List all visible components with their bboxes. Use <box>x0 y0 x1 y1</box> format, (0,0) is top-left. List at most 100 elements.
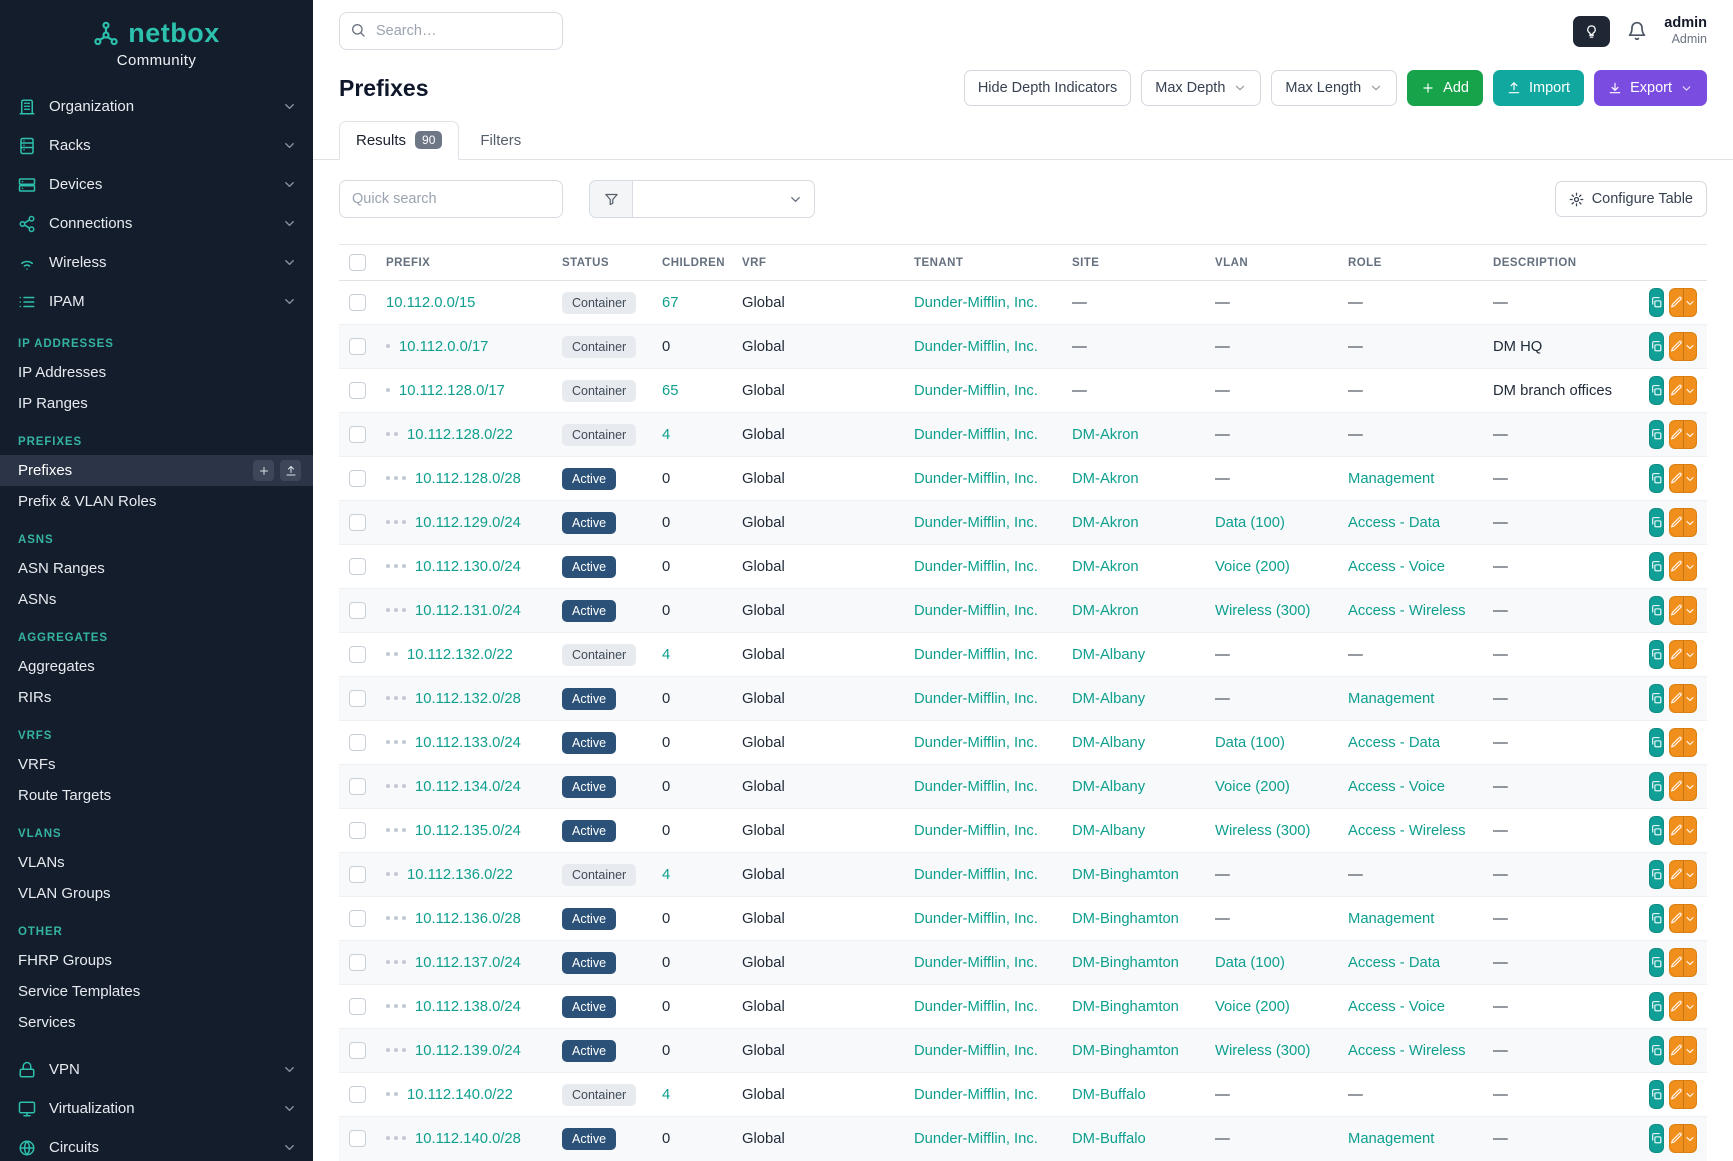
prefix-link[interactable]: 10.112.0.0/17 <box>399 339 488 355</box>
search-input[interactable] <box>339 12 563 50</box>
tenant-link[interactable]: Dunder-Mifflin, Inc. <box>914 559 1038 575</box>
vlan-link[interactable]: Wireless (300) <box>1215 1043 1310 1059</box>
edit-button[interactable] <box>1669 1036 1683 1065</box>
tenant-link[interactable]: Dunder-Mifflin, Inc. <box>914 515 1038 531</box>
tab-results[interactable]: Results 90 <box>339 121 459 160</box>
hide-depth-indicators-button[interactable]: Hide Depth Indicators <box>964 70 1131 106</box>
edit-dropdown-button[interactable] <box>1683 860 1697 889</box>
edit-button[interactable] <box>1669 288 1683 317</box>
sidebar-item-service-templates[interactable]: Service Templates <box>0 976 313 1007</box>
sidebar-item-vrfs[interactable]: VRFs <box>0 749 313 780</box>
edit-button[interactable] <box>1669 332 1683 361</box>
row-checkbox[interactable] <box>349 778 366 795</box>
edit-dropdown-button[interactable] <box>1683 992 1697 1021</box>
edit-dropdown-button[interactable] <box>1683 728 1697 757</box>
sidebar-item-ipam[interactable]: IPAM <box>0 282 313 321</box>
row-checkbox[interactable] <box>349 338 366 355</box>
site-link[interactable]: DM-Albany <box>1072 691 1145 707</box>
prefix-link[interactable]: 10.112.137.0/24 <box>415 955 521 971</box>
edit-dropdown-button[interactable] <box>1683 288 1697 317</box>
tenant-link[interactable]: Dunder-Mifflin, Inc. <box>914 779 1038 795</box>
site-link[interactable]: DM-Albany <box>1072 823 1145 839</box>
role-link[interactable]: Access - Voice <box>1348 779 1445 795</box>
tenant-link[interactable]: Dunder-Mifflin, Inc. <box>914 867 1038 883</box>
theme-toggle-button[interactable] <box>1573 16 1610 47</box>
tenant-link[interactable]: Dunder-Mifflin, Inc. <box>914 1087 1038 1103</box>
tenant-link[interactable]: Dunder-Mifflin, Inc. <box>914 823 1038 839</box>
edit-dropdown-button[interactable] <box>1683 772 1697 801</box>
row-checkbox[interactable] <box>349 822 366 839</box>
copy-button[interactable] <box>1649 596 1664 625</box>
row-checkbox[interactable] <box>349 690 366 707</box>
row-checkbox[interactable] <box>349 910 366 927</box>
sidebar-item-vlan-groups[interactable]: VLAN Groups <box>0 878 313 909</box>
role-link[interactable]: Management <box>1348 471 1434 487</box>
prefix-link[interactable]: 10.112.138.0/24 <box>415 999 521 1015</box>
sidebar-item-fhrp-groups[interactable]: FHRP Groups <box>0 945 313 976</box>
prefix-link[interactable]: 10.112.135.0/24 <box>415 823 521 839</box>
children-link[interactable]: 4 <box>662 1087 670 1103</box>
prefix-link[interactable]: 10.112.133.0/24 <box>415 735 521 751</box>
row-checkbox[interactable] <box>349 558 366 575</box>
copy-button[interactable] <box>1649 332 1664 361</box>
row-checkbox[interactable] <box>349 294 366 311</box>
prefix-link[interactable]: 10.112.134.0/24 <box>415 779 521 795</box>
row-checkbox[interactable] <box>349 382 366 399</box>
copy-button[interactable] <box>1649 1036 1664 1065</box>
edit-button[interactable] <box>1669 816 1683 845</box>
edit-button[interactable] <box>1669 948 1683 977</box>
prefix-link[interactable]: 10.112.129.0/24 <box>415 515 521 531</box>
saved-filter-select[interactable] <box>633 180 815 218</box>
sidebar-item-ip-addresses[interactable]: IP Addresses <box>0 357 313 388</box>
role-link[interactable]: Access - Wireless <box>1348 1043 1466 1059</box>
edit-dropdown-button[interactable] <box>1683 948 1697 977</box>
copy-button[interactable] <box>1649 860 1664 889</box>
edit-button[interactable] <box>1669 464 1683 493</box>
copy-button[interactable] <box>1649 816 1664 845</box>
prefix-link[interactable]: 10.112.128.0/28 <box>415 471 521 487</box>
vlan-link[interactable]: Voice (200) <box>1215 779 1290 795</box>
row-checkbox[interactable] <box>349 1086 366 1103</box>
column-header-role[interactable]: Role <box>1338 245 1483 281</box>
edit-button[interactable] <box>1669 904 1683 933</box>
edit-button[interactable] <box>1669 420 1683 449</box>
edit-dropdown-button[interactable] <box>1683 1036 1697 1065</box>
edit-dropdown-button[interactable] <box>1683 1080 1697 1109</box>
copy-button[interactable] <box>1649 288 1664 317</box>
site-link[interactable]: DM-Albany <box>1072 779 1145 795</box>
edit-dropdown-button[interactable] <box>1683 1124 1697 1153</box>
sidebar-item-wireless[interactable]: Wireless <box>0 243 313 282</box>
prefix-link[interactable]: 10.112.128.0/17 <box>399 383 505 399</box>
tenant-link[interactable]: Dunder-Mifflin, Inc. <box>914 735 1038 751</box>
filter-button[interactable] <box>589 180 633 218</box>
export-button[interactable]: Export <box>1594 70 1707 106</box>
children-link[interactable]: 65 <box>662 383 678 399</box>
notifications-bell-icon[interactable] <box>1627 21 1647 41</box>
row-checkbox[interactable] <box>349 954 366 971</box>
edit-button[interactable] <box>1669 1080 1683 1109</box>
edit-button[interactable] <box>1669 772 1683 801</box>
sidebar-item-aggregates[interactable]: Aggregates <box>0 651 313 682</box>
column-header-status[interactable]: Status <box>552 245 652 281</box>
max-depth-dropdown[interactable]: Max Depth <box>1141 70 1261 106</box>
sidebar-item-rirs[interactable]: RIRs <box>0 682 313 713</box>
tenant-link[interactable]: Dunder-Mifflin, Inc. <box>914 955 1038 971</box>
column-header-vrf[interactable]: VRF <box>732 245 904 281</box>
site-link[interactable]: DM-Binghamton <box>1072 999 1179 1015</box>
sidebar-item-connections[interactable]: Connections <box>0 204 313 243</box>
site-link[interactable]: DM-Binghamton <box>1072 867 1179 883</box>
prefix-link[interactable]: 10.112.0.0/15 <box>386 295 475 311</box>
copy-button[interactable] <box>1649 552 1664 581</box>
row-checkbox[interactable] <box>349 426 366 443</box>
prefix-link[interactable]: 10.112.132.0/22 <box>407 647 513 663</box>
vlan-link[interactable]: Wireless (300) <box>1215 603 1310 619</box>
role-link[interactable]: Access - Data <box>1348 515 1440 531</box>
tenant-link[interactable]: Dunder-Mifflin, Inc. <box>914 999 1038 1015</box>
add-button[interactable]: Add <box>1407 70 1483 106</box>
vlan-link[interactable]: Data (100) <box>1215 735 1285 751</box>
column-header-children[interactable]: Children <box>652 245 732 281</box>
sidebar-item-circuits[interactable]: Circuits <box>0 1128 313 1161</box>
edit-dropdown-button[interactable] <box>1683 508 1697 537</box>
prefix-link[interactable]: 10.112.140.0/28 <box>415 1131 521 1147</box>
prefix-link[interactable]: 10.112.131.0/24 <box>415 603 521 619</box>
